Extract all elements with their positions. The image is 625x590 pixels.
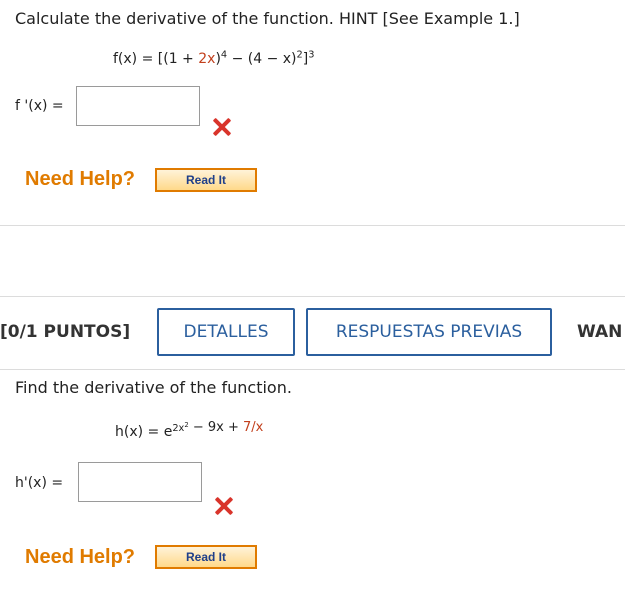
partial-header-button[interactable]: WAN	[577, 322, 622, 342]
header-bottom-border	[0, 369, 625, 370]
function-lhs: f(x) = [(1 +	[113, 51, 199, 67]
question1-answer-label: f '(x) =	[15, 98, 64, 114]
function-rest-black: − 9x +	[188, 419, 244, 435]
question2-points: [0/1 PUNTOS]	[0, 322, 131, 342]
question1-answer-input[interactable]	[76, 86, 200, 126]
function-minus-term: − (4 − x)	[227, 51, 297, 67]
question1-read-it-button[interactable]: Read It	[155, 168, 257, 192]
question2-function: h(x) = e2x2 − 9x + 7/x	[115, 420, 264, 440]
function-exponent-3: 3	[308, 49, 315, 61]
function-red-term: 2x	[198, 51, 216, 67]
question2-prompt: Find the derivative of the function.	[15, 378, 292, 397]
x-mark-icon	[215, 497, 233, 515]
function-rest: − 9x + 7/x	[189, 420, 264, 435]
question1-function: f(x) = [(1 + 2x)4 − (4 − x)2]3	[113, 49, 315, 67]
header-top-border	[0, 296, 625, 297]
question-divider	[0, 225, 625, 226]
details-button[interactable]: DETALLES	[157, 308, 295, 356]
question2-answer-input[interactable]	[78, 462, 202, 502]
x-mark-icon	[213, 118, 231, 136]
question1-prompt: Calculate the derivative of the function…	[15, 9, 520, 28]
question1-need-help: Need Help?	[25, 168, 136, 190]
function-exponent: 2x2 − 9x + 7/x	[172, 420, 264, 435]
exponent-base: 2x	[172, 422, 185, 434]
question2-read-it-button[interactable]: Read It	[155, 545, 257, 569]
question2-need-help: Need Help?	[25, 546, 136, 568]
function-lhs: h(x) = e	[115, 424, 173, 440]
previous-answers-button[interactable]: RESPUESTAS PREVIAS	[306, 308, 552, 356]
function-rest-red: 7/x	[243, 419, 264, 435]
question2-answer-label: h'(x) =	[15, 475, 64, 491]
